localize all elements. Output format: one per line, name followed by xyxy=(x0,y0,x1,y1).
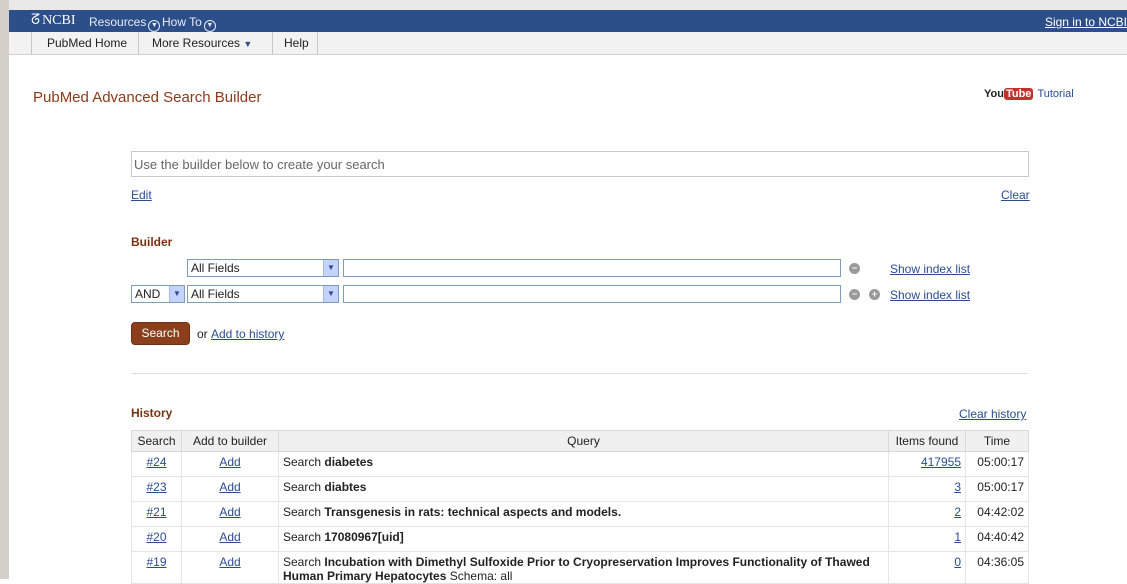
chevron-down-icon: ▼ xyxy=(323,260,338,276)
query-placeholder: Use the builder below to create your sea… xyxy=(134,157,385,172)
add-to-history-link[interactable]: Add to history xyxy=(211,327,284,341)
nav-divider xyxy=(31,32,32,54)
nav-divider xyxy=(138,32,139,54)
items-found-link[interactable]: 1 xyxy=(954,530,961,544)
query-term: 17080967[uid] xyxy=(324,530,404,544)
col-search: Search xyxy=(131,430,182,452)
field-select-value: All Fields xyxy=(191,261,240,275)
table-row: #21 Add Search Transgenesis in rats: tec… xyxy=(131,501,1029,527)
col-items-found: Items found xyxy=(888,430,966,452)
items-found-link[interactable]: 3 xyxy=(954,480,961,494)
add-row-icon[interactable]: + xyxy=(869,289,880,300)
field-select-2[interactable]: All Fields ▼ xyxy=(187,285,339,303)
table-row: #23 Add Search diabtes 3 05:00:17 xyxy=(131,476,1029,502)
page-title: PubMed Advanced Search Builder xyxy=(33,89,262,106)
field-select-1[interactable]: All Fields ▼ xyxy=(187,259,339,277)
history-table: Search Add to builder Query Items found … xyxy=(131,430,1029,584)
add-to-builder-link[interactable]: Add xyxy=(219,555,240,569)
youtube-logo-tube: Tube xyxy=(1003,88,1034,100)
youtube-tutorial-link[interactable]: You Tube Tutorial xyxy=(984,88,1074,100)
table-row: #24 Add Search diabetes 417955 05:00:17 xyxy=(131,451,1029,477)
table-row: #20 Add Search 17080967[uid] 1 04:40:42 xyxy=(131,526,1029,552)
dropdown-arrow-icon: ▼ xyxy=(243,39,253,49)
ncbi-logo-icon: ᘔ xyxy=(31,13,41,28)
query-cell: Search 17080967[uid] xyxy=(278,526,889,552)
search-term-input-1[interactable] xyxy=(343,259,841,277)
query-term: diabetes xyxy=(324,455,374,469)
ncbi-header-bar: ᘔ NCBI Resources ▼ How To ▼ Sign in to NCBI xyxy=(9,10,1127,32)
col-add-to-builder: Add to builder xyxy=(181,430,279,452)
nav-divider xyxy=(272,32,273,54)
search-number-link[interactable]: #23 xyxy=(146,480,166,494)
section-divider xyxy=(131,373,1028,374)
operator-select[interactable]: AND ▼ xyxy=(131,285,185,303)
add-to-builder-link[interactable]: Add xyxy=(219,505,240,519)
more-resources-label: More Resources xyxy=(152,36,241,50)
search-term-input-2[interactable] xyxy=(343,285,841,303)
show-index-list-link-2[interactable]: Show index list xyxy=(890,288,970,302)
history-header-row: Search Add to builder Query Items found … xyxy=(131,430,1029,452)
chevron-down-icon: ▼ xyxy=(148,20,161,32)
operator-select-value: AND xyxy=(135,287,161,301)
time-cell: 04:42:02 xyxy=(965,501,1029,527)
query-prefix: Search xyxy=(283,555,322,569)
edit-link[interactable]: Edit xyxy=(131,188,152,202)
history-heading: History xyxy=(131,406,173,420)
chevron-down-icon: ▼ xyxy=(323,286,338,302)
items-found-link[interactable]: 2 xyxy=(954,505,961,519)
chevron-down-icon: ▼ xyxy=(203,20,216,32)
help-link[interactable]: Help xyxy=(284,36,309,50)
remove-row-icon[interactable]: − xyxy=(849,289,860,300)
or-text: or xyxy=(197,327,208,341)
time-cell: 05:00:17 xyxy=(965,451,1029,477)
search-number-link[interactable]: #21 xyxy=(146,505,166,519)
search-query-box[interactable]: Use the builder below to create your sea… xyxy=(131,151,1029,177)
clear-history-link[interactable]: Clear history xyxy=(959,407,1026,421)
show-index-list-link-1[interactable]: Show index list xyxy=(890,262,970,276)
search-number-link[interactable]: #19 xyxy=(146,555,166,569)
sign-in-link[interactable]: Sign in to NCBI xyxy=(1045,15,1127,29)
window-left-edge xyxy=(0,0,9,579)
add-to-builder-link[interactable]: Add xyxy=(219,480,240,494)
query-suffix: Schema: all xyxy=(446,569,513,583)
query-prefix: Search xyxy=(283,530,322,544)
resources-menu-label: Resources xyxy=(89,15,147,29)
search-number-link[interactable]: #24 xyxy=(146,455,166,469)
howto-menu-label: How To xyxy=(162,15,202,29)
tutorial-label: Tutorial xyxy=(1037,88,1074,100)
resources-menu[interactable]: Resources ▼ xyxy=(89,15,161,32)
add-to-builder-link[interactable]: Add xyxy=(219,455,240,469)
remove-row-icon[interactable]: − xyxy=(849,263,860,274)
query-prefix: Search xyxy=(283,505,322,519)
query-prefix: Search xyxy=(283,455,322,469)
query-cell: Search Transgenesis in rats: technical a… xyxy=(278,501,889,527)
col-query: Query xyxy=(278,430,889,452)
items-found-link[interactable]: 417955 xyxy=(921,455,961,469)
add-to-builder-link[interactable]: Add xyxy=(219,530,240,544)
howto-menu[interactable]: How To ▼ xyxy=(162,15,216,32)
youtube-logo-you: You xyxy=(984,88,1004,100)
query-term: Transgenesis in rats: technical aspects … xyxy=(324,505,622,519)
nav-divider xyxy=(317,32,318,54)
builder-heading: Builder xyxy=(131,235,173,249)
pubmed-home-link[interactable]: PubMed Home xyxy=(47,36,127,50)
query-cell: Search diabtes xyxy=(278,476,889,502)
query-cell: Search diabetes xyxy=(278,451,889,477)
col-time: Time xyxy=(965,430,1029,452)
items-found-link[interactable]: 0 xyxy=(954,555,961,569)
clear-link[interactable]: Clear xyxy=(1001,188,1030,202)
query-term: diabtes xyxy=(324,480,367,494)
field-select-value: All Fields xyxy=(191,287,240,301)
query-prefix: Search xyxy=(283,480,322,494)
search-number-link[interactable]: #20 xyxy=(146,530,166,544)
pubmed-nav-bar: PubMed Home More Resources ▼ Help xyxy=(9,32,1127,55)
chevron-down-icon: ▼ xyxy=(169,286,184,302)
ncbi-logo-text: NCBI xyxy=(42,13,76,28)
time-cell: 04:40:42 xyxy=(965,526,1029,552)
more-resources-menu[interactable]: More Resources ▼ xyxy=(152,36,252,50)
ncbi-logo[interactable]: ᘔ NCBI xyxy=(31,13,76,29)
search-button[interactable]: Search xyxy=(131,322,190,345)
time-cell: 05:00:17 xyxy=(965,476,1029,502)
